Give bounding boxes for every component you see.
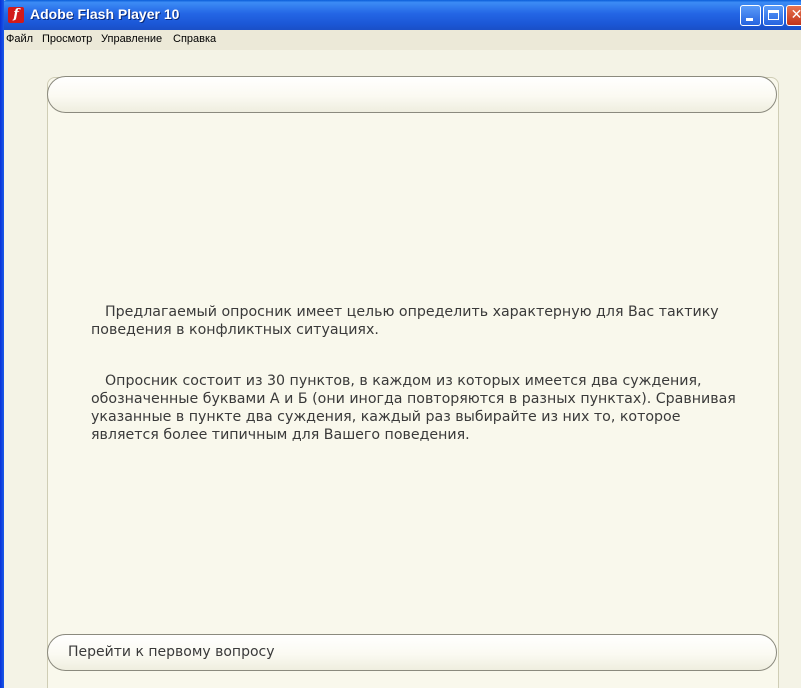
maximize-button[interactable]: [763, 5, 784, 26]
menu-bar: Файл Просмотр Управление Справка: [4, 30, 801, 50]
go-to-first-question-button[interactable]: Перейти к первому вопросу: [47, 634, 777, 671]
flash-content-area: Предлагаемый опросник имеет целью опреде…: [4, 50, 801, 688]
intro-paragraph: Предлагаемый опросник имеет целью опреде…: [91, 304, 719, 338]
menu-view[interactable]: Просмотр: [42, 32, 92, 47]
close-button[interactable]: ✕: [786, 5, 801, 26]
flash-player-icon: f: [8, 7, 24, 23]
header-bar: [47, 76, 777, 113]
instructions-paragraph: Опросник состоит из 30 пунктов, в каждом…: [91, 373, 736, 443]
minimize-button[interactable]: [740, 5, 761, 26]
menu-help[interactable]: Справка: [173, 32, 216, 47]
title-bar[interactable]: f Adobe Flash Player 10 ✕: [0, 0, 801, 30]
close-icon: ✕: [790, 7, 801, 23]
minimize-icon: [746, 18, 753, 21]
menu-file[interactable]: Файл: [6, 32, 33, 47]
go-to-first-question-label: Перейти к первому вопросу: [68, 644, 275, 660]
maximize-icon: [768, 10, 779, 20]
flash-player-window: f Adobe Flash Player 10 ✕ Файл Просмотр …: [0, 0, 801, 688]
menu-control[interactable]: Управление: [101, 32, 162, 47]
window-title: Adobe Flash Player 10: [30, 6, 180, 22]
